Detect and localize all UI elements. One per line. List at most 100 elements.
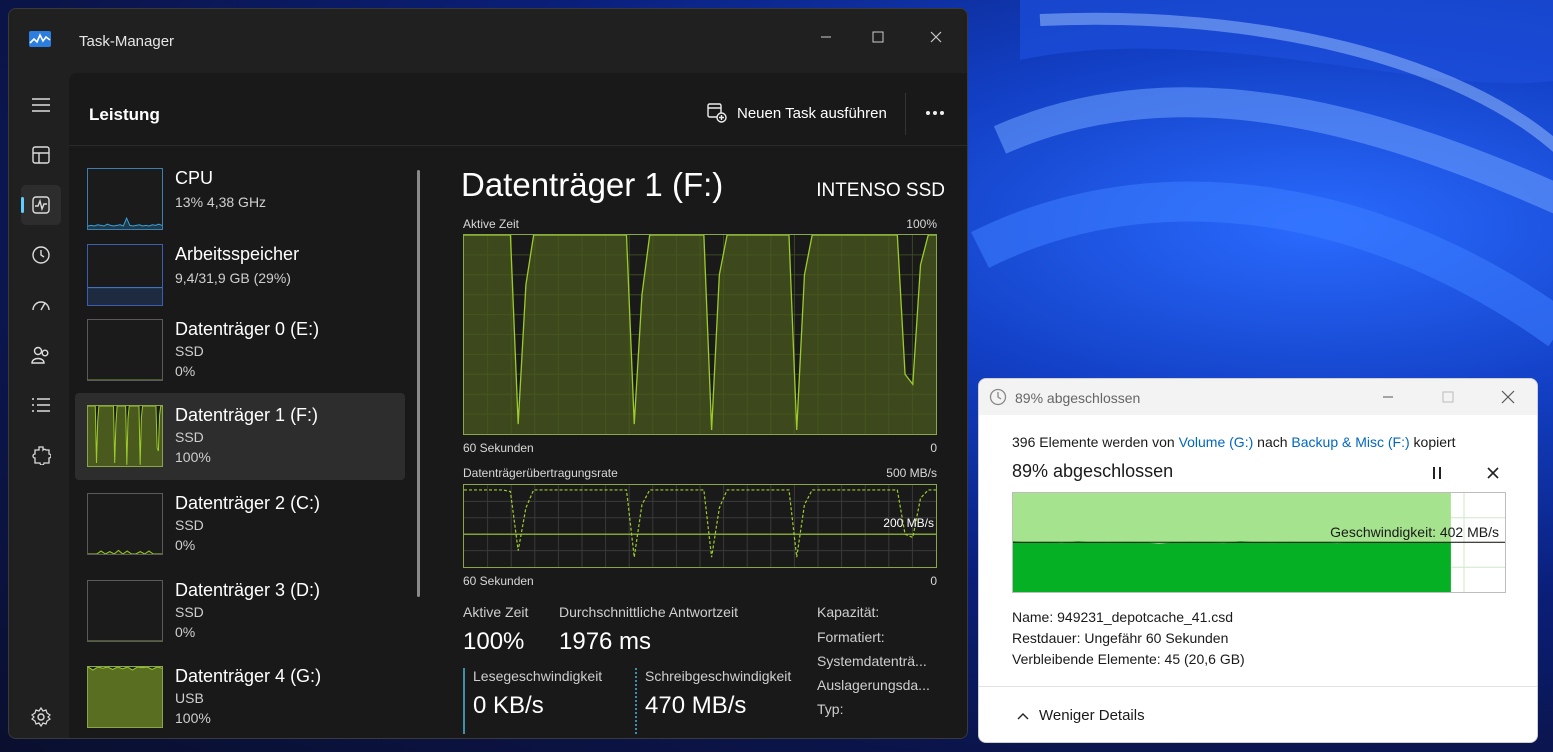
task-manager-app-icon [29, 31, 51, 47]
task-manager-window: Task-Manager Leistung Neuen Task ausführ… [8, 8, 968, 739]
copy-source-link[interactable]: Volume (G:) [1179, 434, 1254, 450]
copy-progress-dialog: 89% abgeschlossen 396 Elemente werden vo… [978, 378, 1538, 743]
device-name: CPU [175, 168, 214, 188]
nav-details[interactable] [21, 385, 61, 425]
prop-system-disk: Systemdatenträ... [817, 653, 927, 669]
nav-processes[interactable] [21, 135, 61, 175]
device-disk-4[interactable]: Datenträger 4 (G:) USB 100% [75, 656, 405, 738]
page-header: Leistung Neuen Task ausführen [69, 73, 967, 146]
copy-percent-label: 89% abgeschlossen [1012, 461, 1174, 481]
transfer-ref-label: 200 MB/s [883, 516, 934, 530]
device-thumbnail [87, 405, 163, 467]
device-type: SSD [175, 604, 204, 620]
device-type: SSD [175, 429, 204, 445]
device-disk-3[interactable]: Datenträger 3 (D:) SSD 0% [75, 570, 405, 657]
read-indicator-line [463, 668, 465, 734]
clock-icon [989, 388, 1007, 406]
close-icon [930, 31, 942, 43]
device-usage: 0% [175, 537, 196, 553]
device-list-scrollbar[interactable] [417, 170, 420, 597]
copy-title-bar[interactable]: 89% abgeschlossen [979, 379, 1537, 415]
device-cpu[interactable]: CPU 13% 4,38 GHz [75, 156, 405, 243]
transfer-graph-x-left: 60 Sekunden [463, 574, 534, 588]
window-title: Task-Manager [79, 33, 175, 50]
detail-title: Datenträger 1 (F:) [461, 166, 724, 203]
read-speed-label: Lesegeschwindigkeit [473, 668, 603, 684]
device-type: SSD [175, 343, 204, 359]
close-icon [1501, 390, 1515, 404]
device-name: Datenträger 2 (C:) [175, 493, 321, 513]
fewer-details-button[interactable]: Weniger Details [1017, 707, 1145, 724]
active-time-stat-label: Aktive Zeit [463, 604, 529, 620]
minimize-icon [1383, 396, 1393, 398]
copy-speed-graph: Geschwindigkeit: 402 MB/s [1012, 492, 1506, 593]
pause-button[interactable] [1425, 461, 1449, 485]
startup-icon [32, 301, 50, 311]
active-time-graph-max: 100% [906, 217, 937, 231]
active-time-stat-value: 100% [463, 628, 525, 655]
nav-settings[interactable] [21, 697, 61, 737]
copy-destination-link[interactable]: Backup & Misc (F:) [1291, 434, 1409, 450]
device-type: USB [175, 690, 204, 706]
write-indicator-line [635, 668, 637, 734]
copy-remaining-items: Verbleibende Elemente: 45 (20,6 GB) [1012, 651, 1245, 667]
maximize-icon [872, 31, 884, 43]
processes-icon [32, 146, 50, 164]
app-history-icon [32, 246, 50, 264]
nav-performance[interactable] [21, 185, 61, 225]
device-memory[interactable]: Arbeitsspeicher 9,4/31,9 GB (29%) [75, 234, 405, 321]
copy-maximize-button[interactable] [1433, 387, 1463, 407]
performance-page: Leistung Neuen Task ausführen CPU 13% 4,… [69, 73, 967, 738]
device-disk-0[interactable]: Datenträger 0 (E:) SSD 0% [75, 309, 405, 396]
response-time-label: Durchschnittliche Antwortzeit [559, 604, 738, 620]
active-time-area [464, 235, 936, 434]
copy-file-name: Name: 949231_depotcache_41.csd [1012, 609, 1234, 625]
maximize-button[interactable] [855, 19, 901, 55]
header-separator [905, 93, 906, 135]
nav-hamburger[interactable] [21, 85, 61, 125]
write-speed-label: Schreibgeschwindigkeit [645, 668, 792, 684]
device-list: CPU 13% 4,38 GHz Arbeitsspeicher 9,4/31,… [69, 146, 420, 738]
prop-page-file: Auslagerungsda... [817, 677, 930, 693]
new-task-icon [707, 103, 727, 123]
copy-minimize-button[interactable] [1373, 387, 1403, 407]
device-name: Datenträger 0 (E:) [175, 319, 320, 339]
details-icon [32, 398, 50, 412]
copy-speed-label: Geschwindigkeit: 402 MB/s [1330, 524, 1499, 540]
copy-close-button[interactable] [1493, 387, 1523, 407]
nav-users[interactable] [21, 335, 61, 375]
device-thumbnail [87, 580, 163, 642]
title-bar[interactable]: Task-Manager [9, 9, 967, 73]
device-thumbnail [87, 493, 163, 555]
fewer-details-label: Weniger Details [1039, 707, 1145, 724]
cancel-copy-button[interactable] [1481, 461, 1505, 485]
copy-remaining-time: Restdauer: Ungefähr 60 Sekunden [1012, 630, 1229, 646]
more-icon [926, 111, 944, 115]
navigation-rail [9, 73, 69, 738]
more-options-button[interactable] [915, 95, 955, 131]
device-disk-1[interactable]: Datenträger 1 (F:) SSD 100% [75, 393, 405, 480]
copy-window-title: 89% abgeschlossen [1015, 390, 1141, 406]
thumb-area [88, 667, 162, 727]
users-icon [31, 346, 49, 364]
run-new-task-button[interactable]: Neuen Task ausführen [707, 95, 887, 131]
pause-icon [1433, 467, 1441, 479]
disk-detail-panel: Datenträger 1 (F:) INTENSO SSD Aktive Ze… [461, 146, 951, 738]
device-usage: 0% [175, 363, 196, 379]
thumb-area [88, 218, 162, 229]
device-usage: 0% [175, 624, 196, 640]
transfer-rate-graph: 200 MB/s [463, 484, 937, 568]
nav-startup[interactable] [21, 285, 61, 325]
nav-app-history[interactable] [21, 235, 61, 275]
transfer-graph-label: Datenträgerübertragungsrate [463, 466, 618, 480]
device-usage: 100% [175, 710, 211, 726]
device-name: Datenträger 4 (G:) [175, 666, 322, 686]
close-button[interactable] [913, 19, 959, 55]
device-thumbnail [87, 666, 163, 728]
device-disk-2[interactable]: Datenträger 2 (C:) SSD 0% [75, 483, 405, 570]
device-detail: 9,4/31,9 GB (29%) [175, 270, 291, 286]
nav-services[interactable] [21, 435, 61, 475]
disk-model: INTENSO SSD [816, 180, 945, 201]
minimize-button[interactable] [803, 19, 849, 55]
copy-msg-suffix: kopiert [1409, 434, 1456, 450]
